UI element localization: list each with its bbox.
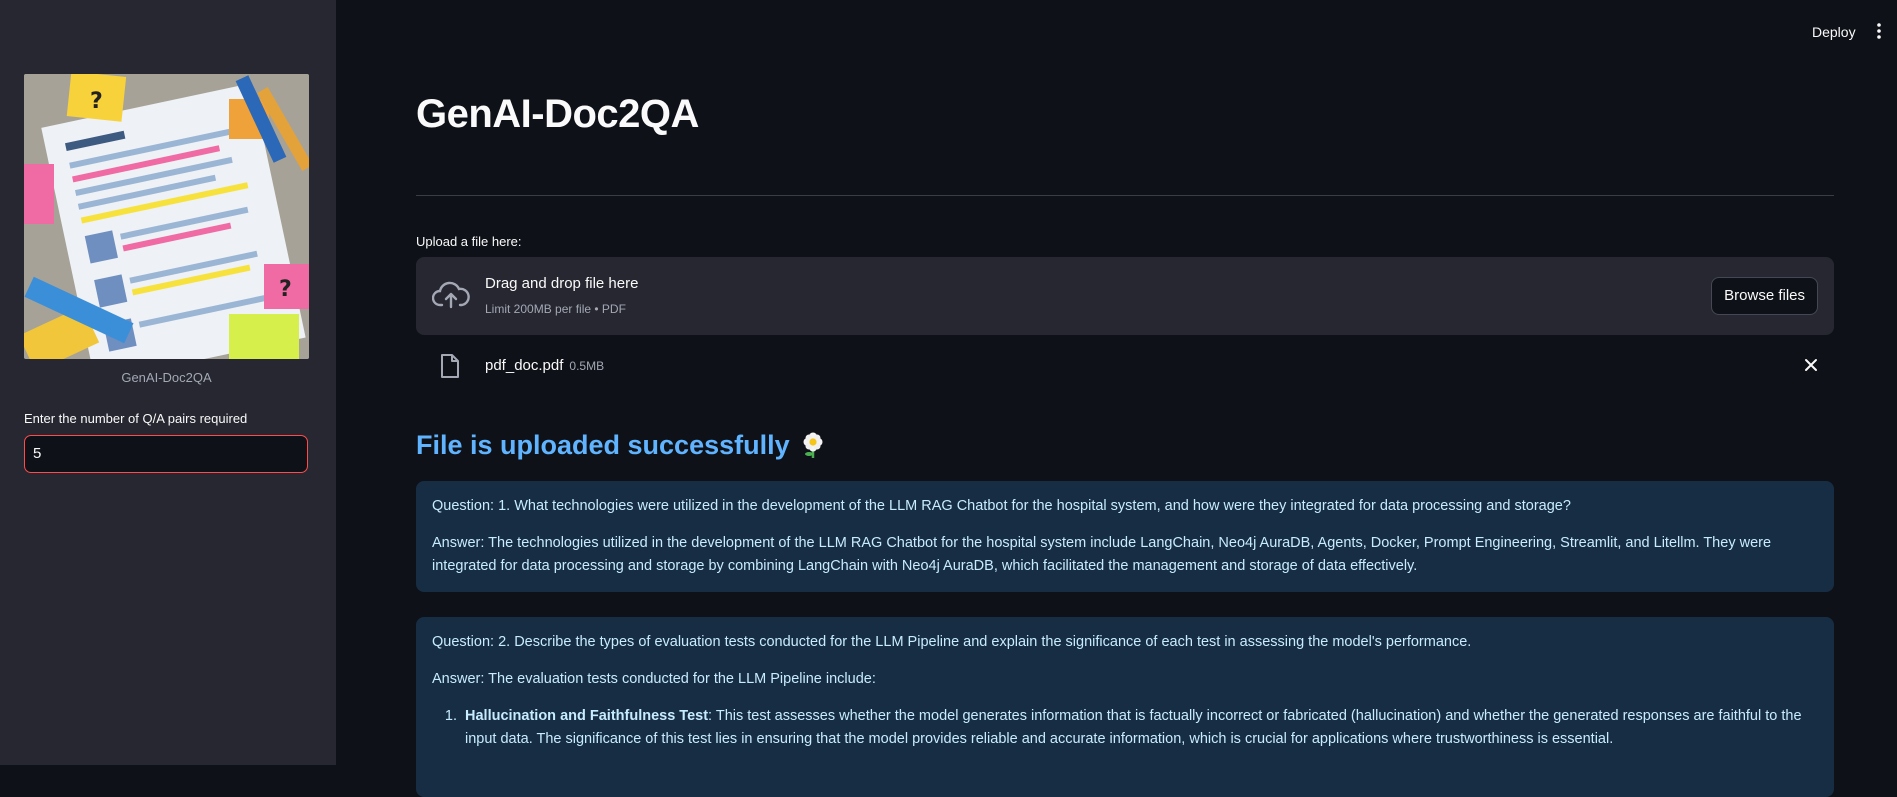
page-title: GenAI-Doc2QA (416, 92, 699, 136)
num-pairs-label: Enter the number of Q/A pairs required (24, 411, 248, 426)
file-icon (440, 354, 460, 378)
svg-text:?: ? (90, 89, 103, 114)
vertical-dots-icon[interactable] (1876, 22, 1882, 40)
flower-icon (800, 432, 826, 458)
cloud-upload-icon (431, 281, 470, 309)
qa-answer: Answer: The technologies utilized in the… (432, 535, 1772, 574)
file-dropzone[interactable]: Drag and drop file here Limit 200MB per … (416, 257, 1834, 335)
qa-card: Question: 2. Describe the types of evalu… (416, 617, 1834, 797)
divider (416, 195, 1834, 196)
svg-text:?: ? (279, 277, 292, 302)
sidebar-image-caption: GenAI-Doc2QA (121, 370, 212, 385)
list-item-term: Hallucination and Faithfulness Test (465, 708, 709, 724)
file-name: pdf_doc.pdf (485, 357, 564, 374)
num-pairs-input[interactable]: 5 (24, 435, 308, 473)
deploy-button[interactable]: Deploy (1812, 24, 1856, 40)
success-message: File is uploaded successfully (416, 430, 790, 460)
dropzone-subtitle: Limit 200MB per file • PDF (485, 302, 626, 316)
file-size: 0.5MB (569, 359, 605, 373)
close-icon[interactable] (1804, 358, 1818, 372)
sidebar-image: ? ? (24, 74, 309, 359)
dropzone-title: Drag and drop file here (485, 275, 639, 292)
upload-label: Upload a file here: (416, 234, 522, 249)
browse-files-button[interactable]: Browse files (1711, 277, 1818, 315)
sidebar: ? ? GenAI-Doc2QA Enter the number of Q/A… (0, 0, 336, 765)
success-heading: File is uploaded successfully (416, 430, 826, 461)
qa-question: Question: 2. Describe the types of evalu… (432, 634, 1472, 650)
qa-answer: Answer: The evaluation tests conducted f… (432, 671, 876, 687)
qa-question: Question: 1. What technologies were util… (432, 498, 1571, 514)
list-item: Hallucination and Faithfulness Test: Thi… (461, 705, 1818, 751)
qa-card: Question: 1. What technologies were util… (416, 481, 1834, 592)
qa-answer-list: Hallucination and Faithfulness Test: Thi… (432, 705, 1818, 751)
uploaded-file-row: pdf_doc.pdf 0.5MB (416, 350, 1834, 386)
